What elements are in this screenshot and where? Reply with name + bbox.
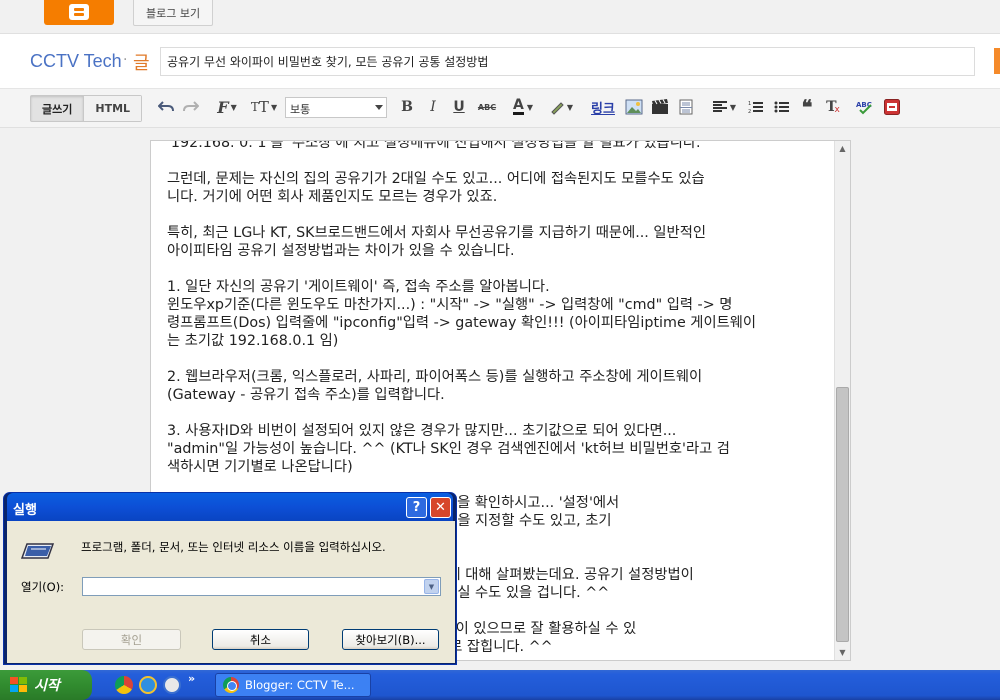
post-title-bar: CCTV Tech · 글 공유기 무선 와이파이 비밀번호 찾기, 모든 공유…: [0, 34, 1000, 88]
font-size-icon[interactable]: T T ▼: [250, 97, 278, 117]
taskbar-window-blogger[interactable]: Blogger: CCTV Te...: [215, 673, 371, 697]
spell-check-icon[interactable]: ABC: [855, 97, 875, 117]
align-icon[interactable]: ▼: [709, 97, 739, 117]
numbered-list-icon[interactable]: 12: [746, 97, 766, 117]
editor-paragraph: 그런데, 문제는 자신의 집의 공유기가 2대일 수도 있고... 어디에 접속…: [167, 170, 831, 206]
blogger-home-button[interactable]: [44, 0, 114, 25]
scroll-up-icon[interactable]: ▲: [835, 141, 850, 156]
publish-button-edge[interactable]: [994, 48, 1000, 74]
editor-text-line: 그런데, 문제는 자신의 집의 공유기가 2대일 수도 있고... 어디에 접속…: [167, 171, 705, 187]
windows-logo-icon: [10, 677, 28, 693]
browse-button[interactable]: 찾아보기(B)...: [342, 629, 439, 650]
close-button[interactable]: ✕: [430, 497, 451, 518]
editor-text-line: "admin"일 가능성이 높습니다. ^^ (KT나 SK인 경우 검색엔진에…: [167, 441, 730, 457]
editor-text-line: 령프롬프트(Dos) 입력줄에 "ipconfig"입력 -> gateway …: [167, 315, 757, 331]
editor-paragraph: '192.168. 0. 1'을 '주소창'에 치고 설정메뉴에 진입해서 설정…: [167, 140, 831, 152]
editor-text-line: '192.168. 0. 1'을 '주소창'에 치고 설정메뉴에 진입해서 설정…: [167, 140, 701, 151]
html-mode-button[interactable]: HTML: [83, 96, 142, 121]
svg-text:1: 1: [748, 101, 751, 107]
open-field-label: 열기(O):: [21, 580, 65, 594]
run-dialog: 실행 ? ✕ 프로그램, 폴더, 문서, 또는 인터넷 리소스 이름을 입력하십…: [3, 492, 457, 665]
quote-icon[interactable]: ❝: [798, 95, 816, 119]
post-title-input[interactable]: 공유기 무선 와이파이 비밀번호 찾기, 모든 공유기 공통 설정방법: [160, 47, 975, 76]
editor-text-line: 는 초기값 192.168.0.1 임): [167, 333, 339, 349]
editor-text-line: 2. 웹브라우저(크롬, 익스플로러, 사파리, 파이어폭스 등)를 실행하고 …: [167, 369, 703, 385]
insert-image-icon[interactable]: [624, 97, 644, 117]
taskbar-window-label: Blogger: CCTV Te...: [245, 678, 355, 692]
cancel-button[interactable]: 취소: [212, 629, 309, 650]
ok-button[interactable]: 확인: [82, 629, 181, 650]
start-label: 시작: [34, 678, 60, 694]
chevron-down-icon[interactable]: ▼: [424, 579, 439, 594]
show-desktop-quicklaunch-icon[interactable]: [163, 676, 181, 694]
font-family-icon[interactable]: F ▼: [214, 97, 240, 117]
run-dialog-body: 프로그램, 폴더, 문서, 또는 인터넷 리소스 이름을 입력하십시오. 열기(…: [7, 521, 455, 663]
chrome-quicklaunch-icon[interactable]: [115, 676, 133, 694]
top-bar: 블로그 보기: [0, 0, 1000, 34]
editor-text-line: (Gateway - 공유기 접속 주소)를 입력합니다.: [167, 387, 445, 403]
run-dialog-description: 프로그램, 폴더, 문서, 또는 인터넷 리소스 이름을 입력하십시오.: [81, 540, 386, 554]
clear-formatting-icon[interactable]: Tx: [824, 97, 842, 117]
paragraph-format-select[interactable]: 보통: [285, 97, 387, 118]
chrome-icon: [223, 677, 239, 693]
help-button[interactable]: ?: [406, 497, 427, 518]
editor-paragraph: 3. 사용자ID와 비번이 설정되어 있지 않은 경우가 많지만... 초기값으…: [167, 422, 831, 476]
chevron-down-icon: [375, 105, 383, 110]
post-type-label: 글: [133, 53, 150, 74]
editor-paragraph: 1. 일단 자신의 공유기 '게이트웨이' 즉, 접속 주소를 알아봅니다. 윈도…: [167, 278, 831, 350]
editor-text-line: 아이피타임 공유기 설정방법과는 차이가 있을 수 있습니다.: [167, 243, 515, 259]
link-button[interactable]: 링크: [589, 97, 617, 117]
taskbar: 시작 » Blogger: CCTV Te...: [0, 670, 1000, 700]
editor-toolbar: 글쓰기 HTML F ▼ T T ▼ 보통 B I U ABC A ▼ ▼ 링크 ▼ 1…: [0, 88, 1000, 128]
insert-video-icon[interactable]: [650, 97, 670, 117]
redo-icon[interactable]: [182, 97, 200, 117]
run-dialog-title: 실행: [13, 503, 37, 518]
input-tools-icon[interactable]: [882, 97, 902, 117]
ie-quicklaunch-icon[interactable]: [139, 676, 157, 694]
insert-jump-break-icon[interactable]: [676, 97, 696, 117]
run-dialog-titlebar[interactable]: 실행 ? ✕: [7, 493, 453, 521]
editor-text-line: 3. 사용자ID와 비번이 설정되어 있지 않은 경우가 많지만... 초기값으…: [167, 423, 677, 439]
blog-name-link[interactable]: CCTV Tech: [30, 51, 122, 72]
scrollbar-thumb[interactable]: [836, 387, 849, 642]
svg-text:2: 2: [748, 109, 751, 114]
editor-text-line: 색하시면 기기별로 나온답니다): [167, 459, 353, 475]
editor-scrollbar[interactable]: ▲ ▼: [834, 141, 850, 660]
compose-mode-button[interactable]: 글쓰기: [31, 96, 84, 121]
paragraph-format-value: 보통: [290, 103, 311, 116]
title-separator: ·: [123, 52, 128, 68]
underline-icon[interactable]: U: [452, 97, 466, 117]
undo-icon[interactable]: [157, 97, 175, 117]
bold-icon[interactable]: B: [400, 97, 414, 117]
blogger-logo-icon: [69, 3, 89, 20]
start-button[interactable]: 시작: [0, 670, 92, 700]
quicklaunch-overflow-icon[interactable]: »: [188, 672, 198, 685]
editor-paragraph: 특히, 최근 LG나 KT, SK브로드밴드에서 자회사 무선공유기를 지급하기…: [167, 224, 831, 260]
editor-text-line: 1. 일단 자신의 공유기 '게이트웨이' 즉, 접속 주소를 알아봅니다.: [167, 279, 550, 295]
highlight-color-icon[interactable]: ▼: [546, 97, 576, 117]
scroll-down-icon[interactable]: ▼: [835, 645, 850, 660]
editor-paragraph: 2. 웹브라우저(크롬, 익스플로러, 사파리, 파이어폭스 등)를 실행하고 …: [167, 368, 831, 404]
open-command-input[interactable]: ▼: [82, 577, 441, 596]
run-program-icon: [20, 540, 55, 560]
italic-icon[interactable]: I: [426, 97, 440, 117]
bulleted-list-icon[interactable]: [772, 97, 792, 117]
editor-mode-toggle: 글쓰기 HTML: [30, 95, 143, 122]
text-color-icon[interactable]: A ▼: [509, 97, 537, 117]
strikethrough-icon[interactable]: ABC: [476, 97, 498, 117]
editor-text-line: 특히, 최근 LG나 KT, SK브로드밴드에서 자회사 무선공유기를 지급하기…: [167, 225, 707, 241]
editor-text-line: 니다. 거기에 어떤 회사 제품인지도 모르는 경우가 있죠.: [167, 189, 498, 205]
editor-text-line: 윈도우xp기준(다른 윈도우도 마찬가지...) : "시작" -> "실행" …: [167, 297, 733, 313]
view-blog-button[interactable]: 블로그 보기: [133, 0, 214, 26]
